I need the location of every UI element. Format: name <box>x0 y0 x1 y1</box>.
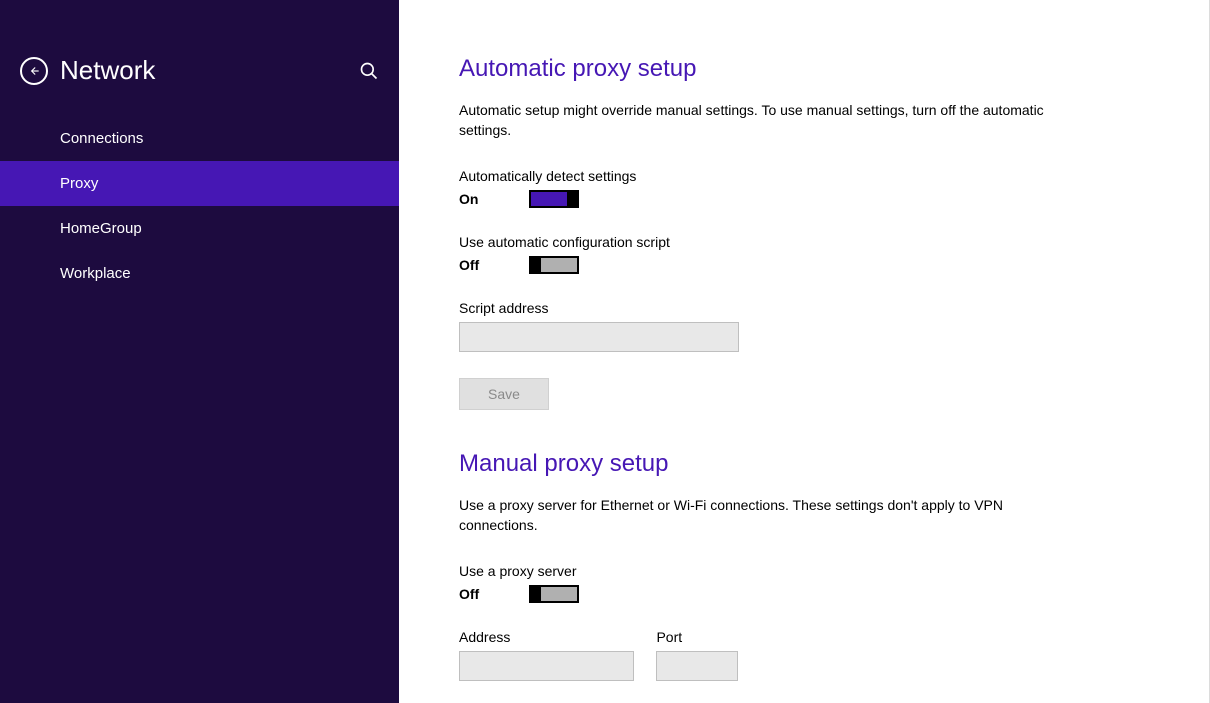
save-button[interactable]: Save <box>459 378 549 410</box>
manual-section-description: Use a proxy server for Ethernet or Wi-Fi… <box>459 496 1059 535</box>
search-button[interactable] <box>359 61 379 81</box>
automatic-section-title: Automatic proxy setup <box>459 55 1149 83</box>
back-button[interactable] <box>20 57 48 85</box>
address-input[interactable] <box>459 651 634 681</box>
auto-script-state: Off <box>459 257 499 273</box>
auto-script-setting: Use automatic configuration script Off <box>459 234 1149 274</box>
content-panel: Automatic proxy setup Automatic setup mi… <box>399 0 1210 703</box>
sidebar-header: Network <box>0 55 399 116</box>
script-address-input[interactable] <box>459 322 739 352</box>
port-label: Port <box>656 629 738 645</box>
auto-script-toggle[interactable] <box>529 256 579 274</box>
sidebar-item-connections[interactable]: Connections <box>0 116 399 161</box>
auto-detect-state: On <box>459 191 499 207</box>
address-label: Address <box>459 629 634 645</box>
address-port-row: Address Port <box>459 629 1149 681</box>
port-input[interactable] <box>656 651 738 681</box>
sidebar-item-workplace[interactable]: Workplace <box>0 251 399 296</box>
sidebar-title: Network <box>60 55 359 86</box>
use-proxy-setting: Use a proxy server Off <box>459 563 1149 603</box>
sidebar-item-proxy[interactable]: Proxy <box>0 161 399 206</box>
auto-detect-toggle[interactable] <box>529 190 579 208</box>
search-icon <box>359 61 379 81</box>
manual-section-title: Manual proxy setup <box>459 450 1149 478</box>
auto-script-label: Use automatic configuration script <box>459 234 1149 250</box>
arrow-left-icon <box>27 64 41 78</box>
script-address-setting: Script address <box>459 300 1149 352</box>
auto-detect-label: Automatically detect settings <box>459 168 1149 184</box>
use-proxy-toggle[interactable] <box>529 585 579 603</box>
script-address-label: Script address <box>459 300 1149 316</box>
sidebar-item-homegroup[interactable]: HomeGroup <box>0 206 399 251</box>
sidebar: Network Connections Proxy HomeGroup Work… <box>0 0 399 703</box>
auto-detect-setting: Automatically detect settings On <box>459 168 1149 208</box>
use-proxy-label: Use a proxy server <box>459 563 1149 579</box>
nav-list: Connections Proxy HomeGroup Workplace <box>0 116 399 296</box>
use-proxy-state: Off <box>459 586 499 602</box>
automatic-section-description: Automatic setup might override manual se… <box>459 101 1059 140</box>
